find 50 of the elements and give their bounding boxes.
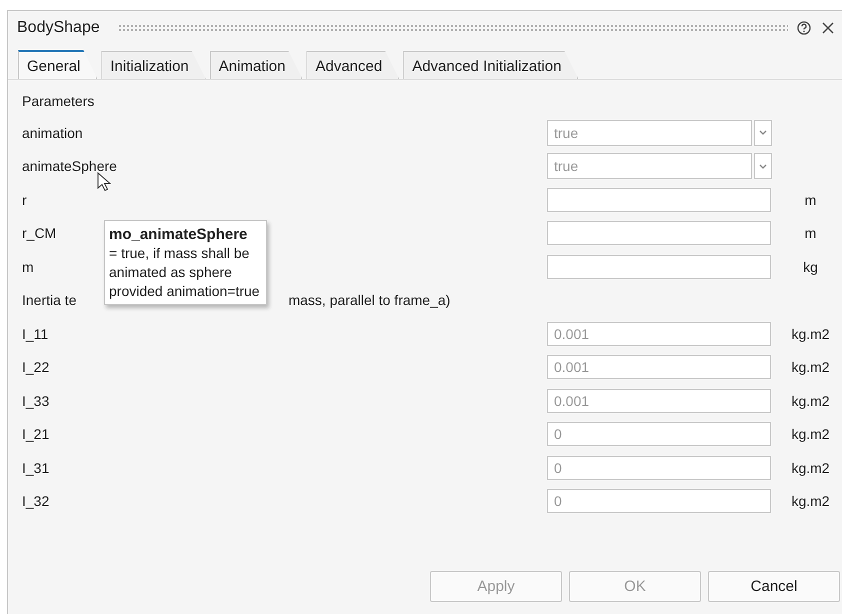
parameter-label: I_32 (22, 493, 50, 510)
tooltip-text: = true, if mass shall be (109, 244, 250, 263)
parameter-label: m (22, 258, 34, 275)
tab[interactable]: Animation (210, 51, 302, 79)
dialog-button[interactable]: Cancel (708, 571, 840, 602)
unit-label: kg.m2 (791, 359, 831, 376)
tooltip-text: provided animation=true (109, 282, 260, 301)
help-icon[interactable] (796, 20, 812, 36)
chevron-down-icon (759, 130, 767, 136)
window-title: BodyShape (17, 19, 100, 37)
tab[interactable]: Initialization (101, 51, 206, 79)
parameter-label: I_31 (22, 460, 50, 476)
unit-label: m (804, 225, 818, 242)
value-field[interactable]: 0 (547, 456, 771, 480)
parameter-label: I_22 (22, 359, 50, 376)
mouse-cursor-icon (97, 172, 111, 192)
value-field[interactable]: 0 (547, 489, 771, 514)
tab[interactable]: Advanced Initialization (403, 51, 578, 79)
chevron-down-icon (759, 164, 767, 169)
parameter-label: I_33 (22, 392, 50, 409)
unit-label: m (804, 192, 818, 208)
unit-label: kg.m2 (791, 392, 831, 409)
value-field[interactable]: 0.001 (547, 355, 771, 380)
value-field[interactable]: 0 (547, 422, 771, 446)
unit-label: kg.m2 (791, 493, 831, 510)
parameter-label: animateSphere (22, 158, 117, 174)
parameter-label: I_11 (22, 326, 48, 342)
group-label: Inertia te (22, 292, 76, 308)
group-label: mass, parallel to frame_a) (288, 292, 450, 308)
parameter-label: animation (22, 124, 83, 141)
parameter-label: r_CM (22, 225, 56, 242)
value-field[interactable] (547, 254, 771, 279)
tab[interactable]: General (18, 50, 98, 79)
dropdown-button[interactable] (754, 120, 772, 146)
value-field[interactable] (547, 188, 771, 212)
parameter-label: I_21 (22, 426, 50, 442)
unit-label: kg.m2 (791, 426, 831, 442)
unit-label: kg (803, 258, 819, 275)
value-field[interactable]: 0.001 (547, 388, 771, 413)
unit-label: kg.m2 (791, 460, 831, 476)
parameter-label: r (22, 192, 27, 208)
value-field[interactable]: 0.001 (547, 322, 771, 346)
tab[interactable]: Advanced (306, 51, 400, 79)
close-icon[interactable] (820, 20, 836, 36)
section-label: Parameters (22, 92, 96, 111)
value-field[interactable] (547, 221, 771, 246)
tooltip-title: mo_animateSphere (109, 225, 248, 244)
tooltip-text: animated as sphere (109, 263, 233, 282)
unit-label: kg.m2 (791, 326, 831, 342)
dropdown-button[interactable] (754, 153, 772, 180)
